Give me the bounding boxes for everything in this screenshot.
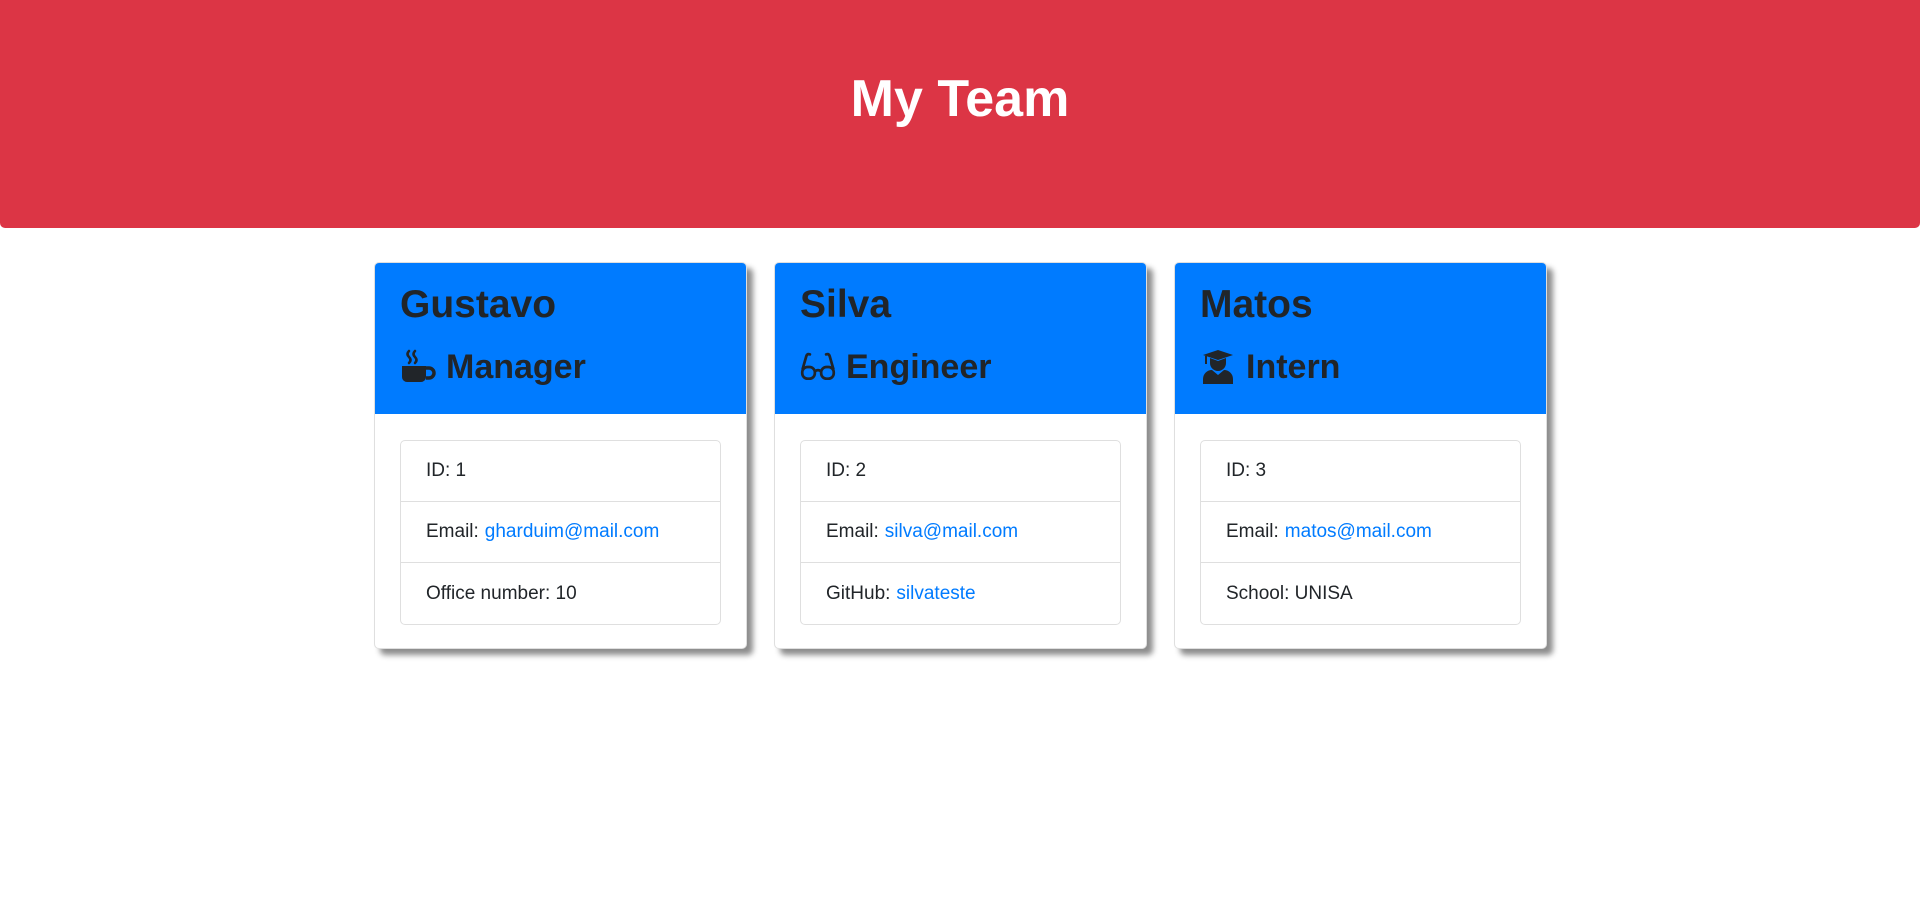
card-header: Matos Intern [1175,263,1546,414]
github-link[interactable]: silvateste [896,583,975,605]
employee-card-engineer: Silva Engineer ID: 2 Email: silva@mail.c… [774,262,1147,649]
glasses-icon [800,349,836,385]
employee-email: Email: gharduim@mail.com [401,502,720,563]
school: School: UNISA [1201,563,1520,624]
email-label: Email: [1226,521,1279,542]
employee-id: ID: 3 [1201,441,1520,502]
employee-role-label: Intern [1246,348,1341,386]
github: GitHub: silvateste [801,563,1120,624]
github-label: GitHub: [826,582,891,604]
email-label: Email: [426,521,479,542]
employee-card-manager: Gustavo Manager ID: 1 Email: gharduim@ma… [374,262,747,649]
card-body: ID: 2 Email: silva@mail.com GitHub: silv… [775,414,1146,648]
employee-card-intern: Matos Intern ID: 3 Email: matos@mail.com… [1174,262,1547,649]
office-number: Office number: 10 [401,563,720,624]
employee-id-text: ID: 1 [426,460,467,481]
employee-id-text: ID: 3 [1226,460,1267,481]
employee-id: ID: 1 [401,441,720,502]
office-number-text: Office number: 10 [426,582,577,604]
employee-email: Email: silva@mail.com [801,502,1120,563]
employee-role-label: Engineer [846,348,992,386]
email-link[interactable]: matos@mail.com [1285,521,1432,543]
employee-details: ID: 2 Email: silva@mail.com GitHub: silv… [800,440,1121,625]
card-body: ID: 3 Email: matos@mail.com School: UNIS… [1175,414,1546,648]
employee-name: Silva [800,283,892,326]
coffee-mug-icon [400,349,436,385]
page-header: My Team [0,0,1920,228]
email-link[interactable]: gharduim@mail.com [485,521,660,543]
card-header: Gustavo Manager [375,263,746,414]
employee-role: Manager [400,345,721,389]
employee-role-label: Manager [446,348,586,386]
email-link[interactable]: silva@mail.com [885,521,1018,543]
card-body: ID: 1 Email: gharduim@mail.com Office nu… [375,414,746,648]
card-header: Silva Engineer [775,263,1146,414]
employee-id: ID: 2 [801,441,1120,502]
email-label: Email: [826,521,879,542]
graduate-icon [1200,349,1236,385]
employee-name: Matos [1200,283,1313,326]
page-title: My Team [850,70,1070,128]
employee-name: Gustavo [400,283,557,326]
employee-details: ID: 1 Email: gharduim@mail.com Office nu… [400,440,721,625]
school-text: School: UNISA [1226,582,1353,604]
employee-id-text: ID: 2 [826,460,867,481]
team-cards: Gustavo Manager ID: 1 Email: gharduim@ma… [374,262,1547,649]
employee-role: Engineer [800,345,1121,389]
employee-details: ID: 3 Email: matos@mail.com School: UNIS… [1200,440,1521,625]
employee-role: Intern [1200,345,1521,389]
employee-email: Email: matos@mail.com [1201,502,1520,563]
